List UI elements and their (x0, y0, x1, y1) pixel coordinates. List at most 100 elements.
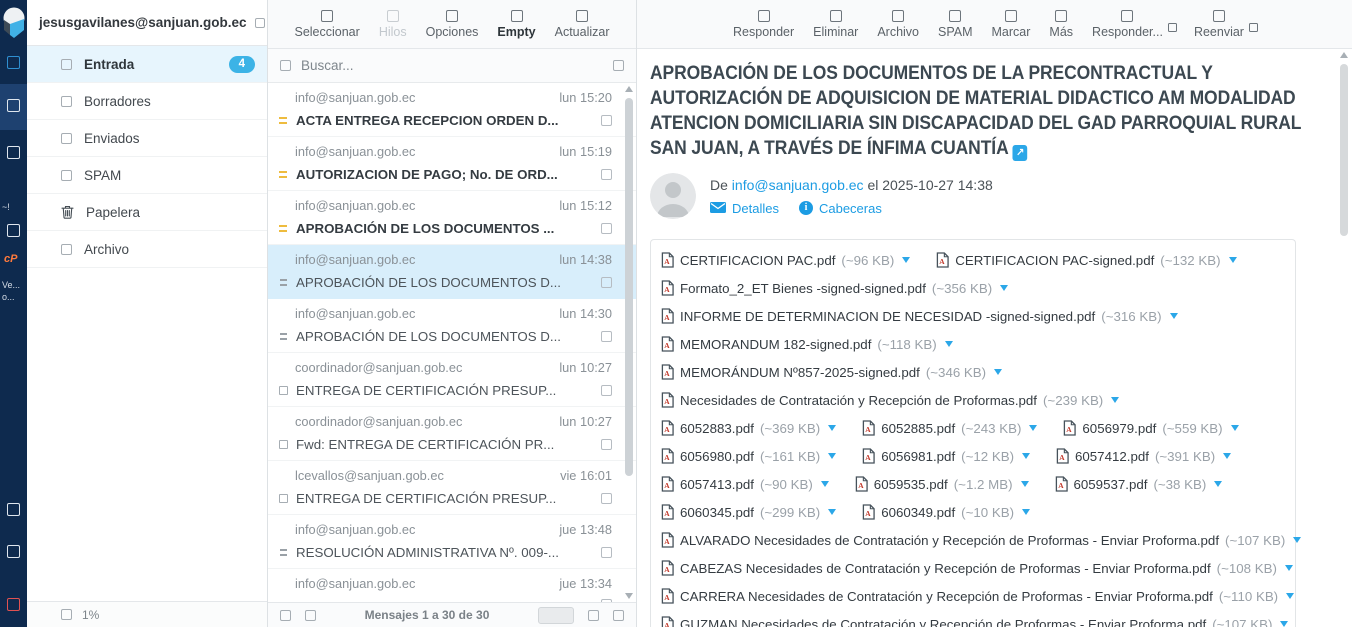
attachment-item[interactable]: A 6060345.pdf (~299 KB) (661, 504, 836, 520)
attachment-item[interactable]: A CERTIFICACION PAC-signed.pdf (~132 KB) (936, 252, 1236, 268)
attachment-menu-icon[interactable] (1223, 453, 1231, 459)
attachment-item[interactable]: A 6056980.pdf (~161 KB) (661, 448, 836, 464)
cpanel-logo[interactable]: cP (4, 253, 17, 265)
list-hilos-button[interactable]: Hilos (379, 10, 407, 39)
attachment-item[interactable]: A INFORME DE DETERMINACION DE NECESIDAD … (661, 308, 1178, 324)
account-email[interactable]: jesusgavilanes@sanjuan.gob.ec (39, 15, 247, 30)
attachment-item[interactable]: A CARRERA Necesidades de Contratación y … (661, 588, 1294, 604)
rail-logout-icon[interactable] (7, 598, 20, 611)
msg-responder-dropdown-icon[interactable] (1168, 23, 1177, 32)
rail-settings-icon[interactable] (7, 224, 20, 237)
scroll-down-icon[interactable] (625, 593, 633, 599)
rail-about-icon[interactable] (7, 545, 20, 558)
search-bar[interactable]: Buscar... (268, 49, 636, 83)
rail-contacts-icon[interactable] (7, 146, 20, 159)
scroll-up-icon[interactable] (625, 86, 633, 92)
reading-scrollbar-thumb[interactable] (1340, 64, 1348, 236)
message-checkbox[interactable] (601, 439, 612, 450)
sidebar-item-enviados[interactable]: Enviados (27, 120, 267, 157)
attachment-menu-icon[interactable] (828, 425, 836, 431)
message-checkbox[interactable] (601, 493, 612, 504)
attachment-item[interactable]: A ALVARADO Necesidades de Contratación y… (661, 532, 1301, 548)
message-checkbox[interactable] (601, 115, 612, 126)
sidebar-item-papelera[interactable]: Papelera (27, 194, 267, 231)
message-checkbox[interactable] (601, 385, 612, 396)
attachment-item[interactable]: A MEMORANDUM 182-signed.pdf (~118 KB) (661, 336, 953, 352)
rail-compose-icon[interactable] (7, 99, 20, 112)
attachment-item[interactable]: A 6056979.pdf (~559 KB) (1063, 420, 1238, 436)
rail-mail-icon[interactable] (7, 56, 20, 69)
roundcube-logo-icon[interactable] (1, 6, 27, 46)
sidebar-item-spam[interactable]: SPAM (27, 157, 267, 194)
attachment-item[interactable]: A Formato_2_ET Bienes -signed-signed.pdf… (661, 280, 1008, 296)
attachment-item[interactable]: A 6060349.pdf (~10 KB) (862, 504, 1030, 520)
msg-reenviar-button[interactable]: Reenviar (1194, 10, 1244, 39)
msg-marcar-button[interactable]: Marcar (992, 10, 1031, 39)
attachment-item[interactable]: A GUZMAN Necesidades de Contratación y R… (661, 616, 1288, 627)
msg-responder-button[interactable]: Responder (733, 10, 794, 39)
sidebar-item-borradores[interactable]: Borradores (27, 83, 267, 120)
message-row[interactable]: info@sanjuan.gob.ec jue 13:34 (268, 569, 636, 602)
attachment-item[interactable]: A 6057412.pdf (~391 KB) (1056, 448, 1231, 464)
attachment-item[interactable]: A 6059535.pdf (~1.2 MB) (855, 476, 1029, 492)
first-page-icon[interactable] (280, 610, 291, 621)
message-row[interactable]: coordinador@sanjuan.gob.ec lun 10:27 ENT… (268, 353, 636, 407)
sender-email-link[interactable]: info@sanjuan.gob.ec (732, 177, 864, 193)
msg-spam-button[interactable]: SPAM (938, 10, 973, 39)
list-actualizar-button[interactable]: Actualizar (555, 10, 610, 39)
prev-page-icon[interactable] (305, 610, 316, 621)
sidebar-item-entrada[interactable]: Entrada 4 (27, 46, 267, 83)
page-number-input[interactable] (538, 607, 574, 624)
attachment-menu-icon[interactable] (1170, 313, 1178, 319)
attachment-menu-icon[interactable] (1229, 257, 1237, 263)
open-in-new-window-icon[interactable]: ↗ (1013, 145, 1028, 161)
attachment-menu-icon[interactable] (1022, 453, 1030, 459)
attachment-menu-icon[interactable] (902, 257, 910, 263)
rail-help-icon[interactable] (7, 503, 20, 516)
attachment-menu-icon[interactable] (945, 341, 953, 347)
message-row[interactable]: coordinador@sanjuan.gob.ec lun 10:27 Fwd… (268, 407, 636, 461)
attachment-item[interactable]: A 6052883.pdf (~369 KB) (661, 420, 836, 436)
attachment-menu-icon[interactable] (1000, 285, 1008, 291)
message-checkbox[interactable] (601, 277, 612, 288)
attachment-menu-icon[interactable] (1029, 425, 1037, 431)
next-page-icon[interactable] (588, 610, 599, 621)
attachment-menu-icon[interactable] (821, 481, 829, 487)
message-checkbox[interactable] (601, 223, 612, 234)
message-row[interactable]: info@sanjuan.gob.ec lun 15:19 AUTORIZACI… (268, 137, 636, 191)
attachment-item[interactable]: A 6052885.pdf (~243 KB) (862, 420, 1037, 436)
attachment-menu-icon[interactable] (1214, 481, 1222, 487)
list-scrollbar[interactable] (623, 86, 635, 599)
account-menu-icon[interactable] (255, 18, 265, 28)
message-row[interactable]: info@sanjuan.gob.ec jue 13:48 RESOLUCIÓN… (268, 515, 636, 569)
attachment-item[interactable]: A 6059537.pdf (~38 KB) (1055, 476, 1223, 492)
message-row[interactable]: info@sanjuan.gob.ec lun 15:20 ACTA ENTRE… (268, 83, 636, 137)
reading-scroll-up-icon[interactable] (1340, 52, 1348, 58)
attachment-menu-icon[interactable] (1021, 481, 1029, 487)
attachment-menu-icon[interactable] (1280, 621, 1288, 627)
list-opciones-button[interactable]: Opciones (426, 10, 479, 39)
attachment-menu-icon[interactable] (1293, 537, 1301, 543)
list-seleccionar-button[interactable]: Seleccionar (294, 10, 359, 39)
msg-reenviar-dropdown-icon[interactable] (1249, 23, 1258, 32)
message-row[interactable]: info@sanjuan.gob.ec lun 14:30 APROBACIÓN… (268, 299, 636, 353)
attachment-menu-icon[interactable] (1285, 565, 1293, 571)
message-checkbox[interactable] (601, 331, 612, 342)
attachment-item[interactable]: A Necesidades de Contratación y Recepció… (661, 392, 1119, 408)
attachment-menu-icon[interactable] (1111, 397, 1119, 403)
details-link[interactable]: Detalles (732, 201, 779, 216)
headers-link[interactable]: Cabeceras (819, 201, 882, 216)
msg-eliminar-button[interactable]: Eliminar (813, 10, 858, 39)
last-page-icon[interactable] (613, 610, 624, 621)
attachment-menu-icon[interactable] (828, 453, 836, 459)
msg-m-s-button[interactable]: Más (1049, 10, 1073, 39)
attachment-item[interactable]: A CABEZAS Necesidades de Contratación y … (661, 560, 1293, 576)
attachment-menu-icon[interactable] (994, 369, 1002, 375)
attachment-item[interactable]: A CERTIFICACION PAC.pdf (~96 KB) (661, 252, 910, 268)
attachment-item[interactable]: A MEMORÁNDUM Nº857-2025-signed.pdf (~346… (661, 364, 1002, 380)
search-options-icon[interactable] (613, 60, 624, 71)
reading-scrollbar[interactable] (1338, 52, 1350, 612)
message-row[interactable]: lcevallos@sanjuan.gob.ec vie 16:01 ENTRE… (268, 461, 636, 515)
list-scrollbar-thumb[interactable] (625, 98, 633, 476)
attachment-menu-icon[interactable] (1286, 593, 1294, 599)
